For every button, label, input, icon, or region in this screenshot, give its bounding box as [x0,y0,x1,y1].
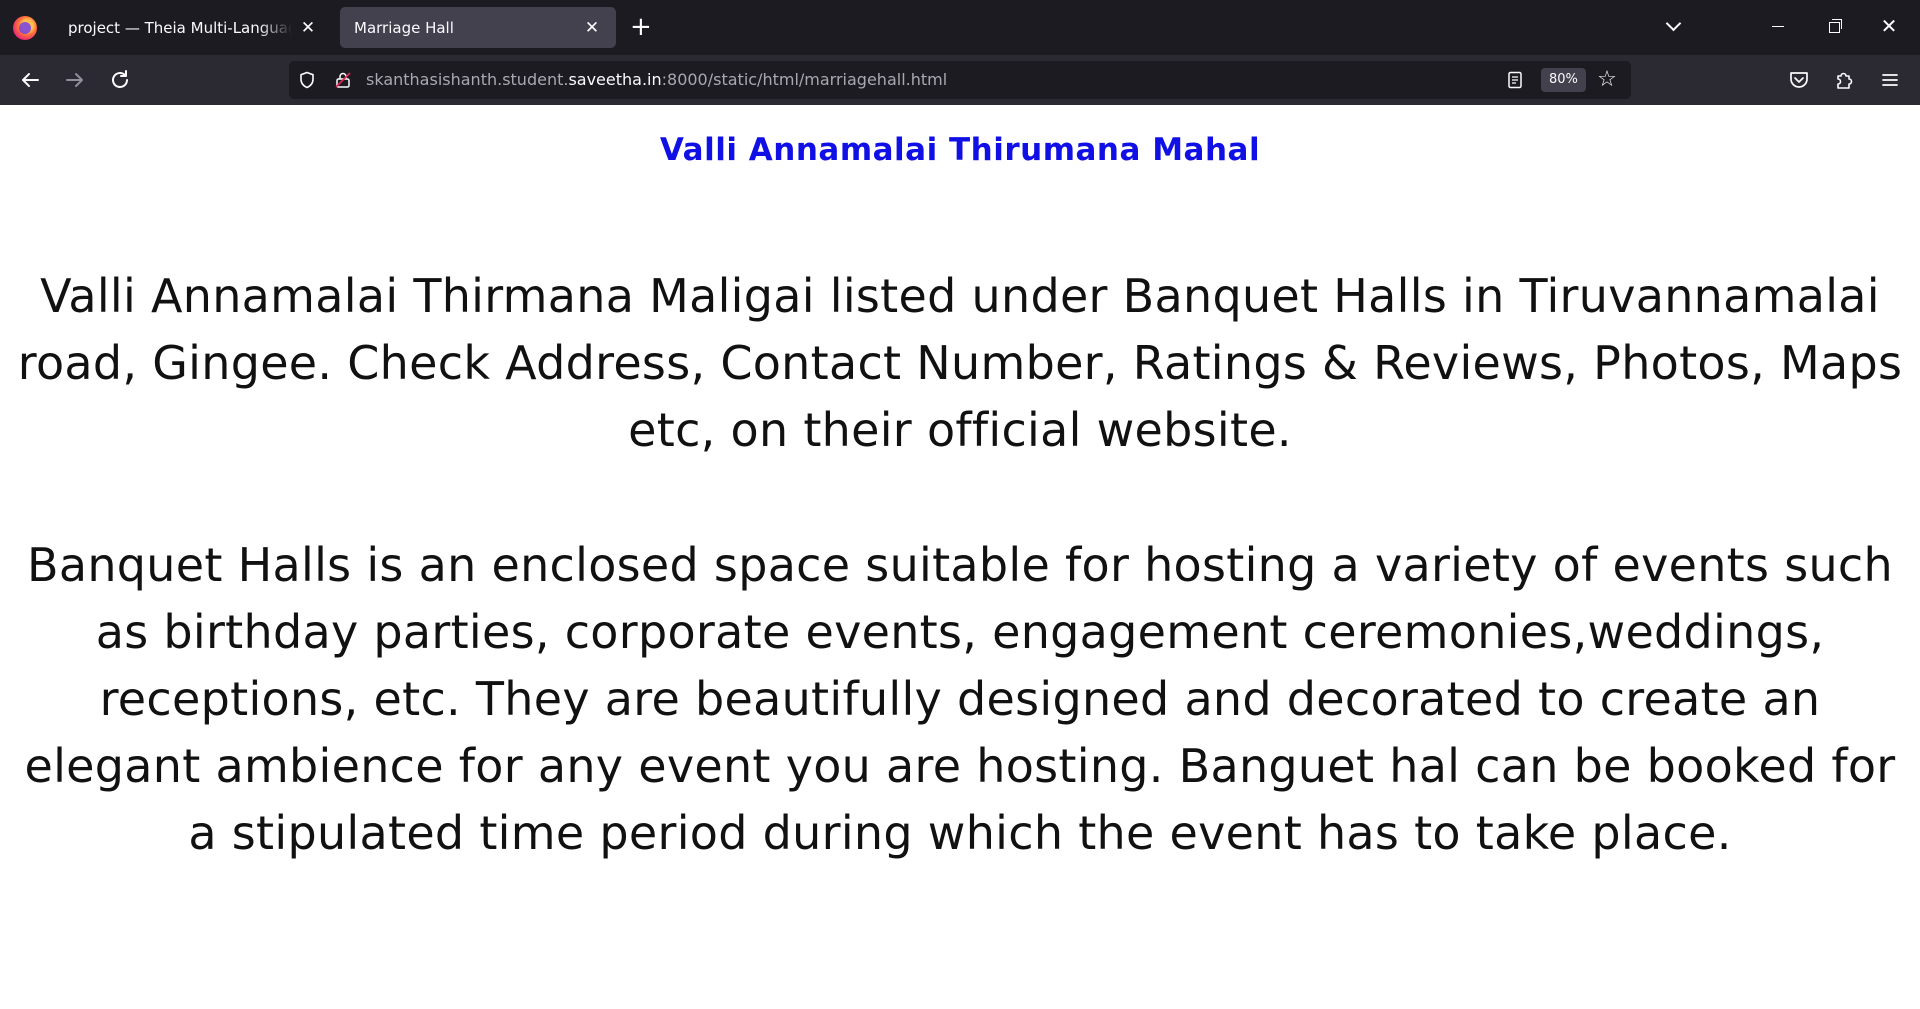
url-host: saveetha.in [568,70,662,89]
close-tab-icon[interactable]: ✕ [298,18,318,38]
close-window-icon[interactable]: ✕ [1880,16,1898,36]
close-tab-icon[interactable]: ✕ [582,18,602,38]
list-all-tabs-icon[interactable] [1664,16,1684,36]
intro-paragraph: Valli Annamalai Thirmana Maligai listed … [17,269,1903,457]
forward-icon[interactable] [61,66,89,94]
tab-bar: project — Theia Multi-Language Ex ✕ Marr… [0,0,1920,55]
web-page-content: Valli Annamalai Thirumana Mahal Valli An… [0,105,1920,1009]
tracking-protection-shield-icon[interactable] [298,71,316,89]
minimize-icon[interactable] [1770,17,1788,35]
reload-icon[interactable] [106,66,134,94]
address-bar[interactable]: skanthasishanth.student.saveetha.in:8000… [289,61,1631,99]
url-suffix: :8000/static/html/marriagehall.html [661,70,948,89]
page-title: Valli Annamalai Thirumana Mahal [659,132,1261,168]
site-security-icon[interactable] [334,71,352,89]
bookmark-star-icon[interactable]: ☆ [1595,68,1619,92]
reader-view-icon[interactable] [1505,70,1525,90]
hamburger-menu-icon[interactable] [1878,68,1902,92]
zoom-level-button[interactable]: 80% [1541,68,1586,92]
tab-label: project — Theia Multi-Language Ex [68,18,292,37]
pocket-icon[interactable] [1787,68,1811,92]
firefox-logo-icon[interactable] [13,16,37,40]
new-tab-icon[interactable]: + [630,13,652,41]
navigation-toolbar: skanthasishanth.student.saveetha.in:8000… [0,55,1920,105]
url-text[interactable]: skanthasishanth.student.saveetha.in:8000… [366,61,947,99]
url-prefix: skanthasishanth.student. [366,70,569,89]
description-paragraph: Banquet Halls is an enclosed space suita… [24,538,1896,860]
back-icon[interactable] [16,66,44,94]
restore-icon[interactable] [1826,17,1844,35]
tab-marriage-hall[interactable]: Marriage Hall ✕ [340,7,616,48]
tab-label: Marriage Hall [354,18,454,37]
tab-project[interactable]: project — Theia Multi-Language Ex ✕ [54,7,332,48]
extensions-puzzle-icon[interactable] [1832,68,1856,92]
